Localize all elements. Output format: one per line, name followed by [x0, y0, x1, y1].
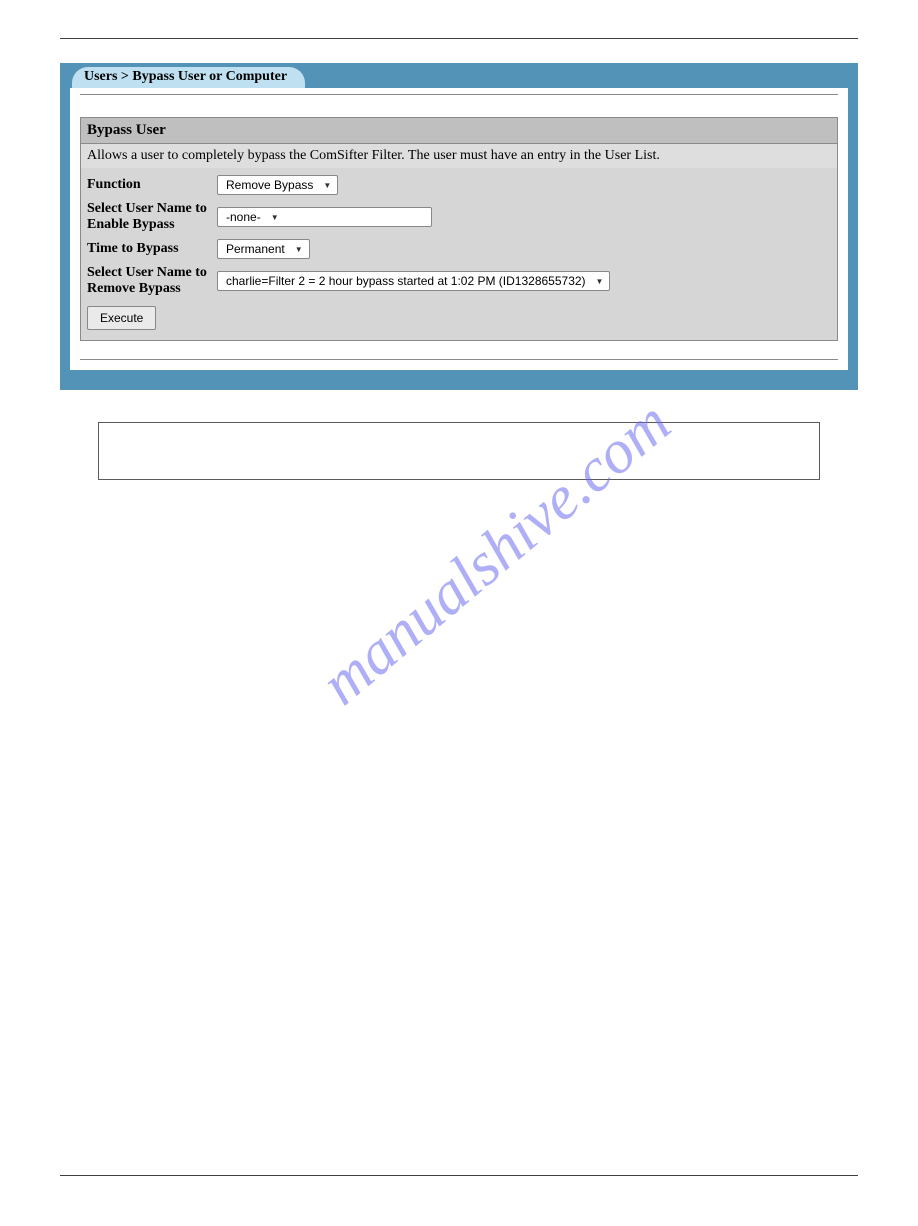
tab-bar: Users > Bypass User or Computer — [70, 63, 848, 88]
select-enable-user[interactable]: -none- ▼ — [217, 207, 432, 227]
execute-button[interactable]: Execute — [87, 306, 156, 330]
inner-divider-top — [80, 94, 838, 95]
outer-panel: Users > Bypass User or Computer Bypass U… — [60, 63, 858, 390]
label-enable-user: Select User Name to Enable Bypass — [87, 201, 217, 233]
row-function: Function Remove Bypass ▼ — [87, 172, 831, 198]
chevron-down-icon: ▼ — [295, 245, 303, 254]
chevron-down-icon: ▼ — [323, 181, 331, 190]
inner-panel: Bypass User Allows a user to completely … — [70, 88, 848, 370]
label-function: Function — [87, 177, 217, 193]
form-body: Function Remove Bypass ▼ Select User Nam… — [81, 168, 837, 340]
section-description: Allows a user to completely bypass the C… — [81, 144, 837, 168]
tab-bypass[interactable]: Users > Bypass User or Computer — [72, 67, 305, 88]
row-remove-user: Select User Name to Remove Bypass charli… — [87, 262, 831, 300]
select-function[interactable]: Remove Bypass ▼ — [217, 175, 338, 195]
bypass-user-section: Bypass User Allows a user to completely … — [80, 117, 838, 341]
row-enable-user: Select User Name to Enable Bypass -none-… — [87, 198, 831, 236]
select-function-value: Remove Bypass — [226, 178, 323, 192]
top-divider — [60, 38, 858, 39]
empty-box — [98, 422, 820, 480]
label-remove-user: Select User Name to Remove Bypass — [87, 265, 217, 297]
select-remove-user-value: charlie=Filter 2 = 2 hour bypass started… — [226, 274, 596, 288]
label-time: Time to Bypass — [87, 241, 217, 257]
row-time: Time to Bypass Permanent ▼ — [87, 236, 831, 262]
select-remove-user[interactable]: charlie=Filter 2 = 2 hour bypass started… — [217, 271, 610, 291]
select-enable-user-value: -none- — [226, 210, 271, 224]
chevron-down-icon: ▼ — [596, 277, 604, 286]
select-time[interactable]: Permanent ▼ — [217, 239, 310, 259]
bottom-divider — [60, 1175, 858, 1176]
section-title: Bypass User — [81, 118, 837, 144]
inner-divider-bottom — [80, 359, 838, 360]
chevron-down-icon: ▼ — [271, 213, 279, 222]
select-time-value: Permanent — [226, 242, 295, 256]
